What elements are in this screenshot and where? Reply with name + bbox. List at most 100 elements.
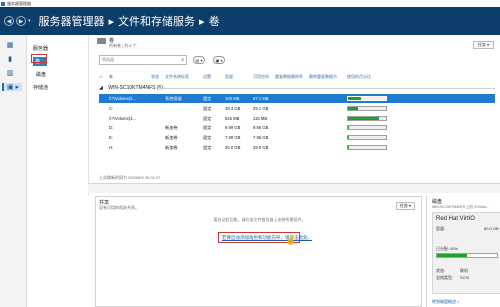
disk-allocated-label: 已分配: 50% bbox=[436, 246, 459, 251]
server-manager-icon bbox=[1, 1, 5, 6]
window-title: 服务器管理器 bbox=[7, 0, 31, 6]
table-cell: 616 MB bbox=[225, 115, 240, 121]
server-group-header[interactable]: ◢ WIN-SC10KTM4NFS (6) bbox=[99, 85, 495, 92]
breadcrumb-separator-icon: ▸ bbox=[108, 16, 115, 28]
disk-title: 磁盘 bbox=[432, 199, 443, 205]
usage-bar bbox=[347, 96, 387, 101]
table-cell: 7.99 GB bbox=[225, 135, 241, 141]
subnav-item-storage-pools[interactable]: 存储池 bbox=[28, 83, 88, 92]
table-cell: 29.9 GB bbox=[253, 145, 269, 150]
table-row[interactable]: \\?\Volume{3... 系统保留 固定 100 MB 67.1 MB bbox=[99, 94, 495, 103]
subnav-item-disks[interactable]: 磁盘 bbox=[28, 70, 88, 79]
column-header-icon: ⚠ bbox=[99, 74, 103, 79]
history-dropdown-icon[interactable]: ▾ bbox=[28, 18, 31, 24]
file-storage-icon[interactable]: ▣ ▸ bbox=[2, 83, 22, 91]
table-row[interactable]: E: 新加卷 固定 7.99 GB 7.96 GB bbox=[99, 133, 495, 142]
column-header[interactable]: 文件系统标签 bbox=[165, 74, 189, 80]
sub-navigation: 服务器 卷 磁盘 存储池 bbox=[28, 35, 88, 307]
table-cell: 9.99 GB bbox=[225, 125, 241, 131]
shares-tasks-button[interactable]: 任务 ▾ bbox=[395, 202, 415, 210]
shares-subtitle: 没有可用的相关共享。 bbox=[99, 205, 139, 210]
back-icon[interactable]: ◀ bbox=[4, 16, 14, 26]
disk-panel: 磁盘 WIN-SC10KTM4NFS 上的 \\?\Volu... Red Ha… bbox=[426, 196, 500, 307]
breadcrumb-separator-icon: ▸ bbox=[199, 16, 205, 28]
usage-bar bbox=[347, 125, 387, 131]
filter-placeholder: 筛选器 bbox=[102, 57, 114, 62]
disk-status: 状态: 联机 bbox=[436, 268, 468, 273]
disk-card[interactable]: Red Hat VirtIO 容量: 80.0 GB 已分配: 50% 状态: 联机… bbox=[432, 212, 500, 294]
table-cell: 系统保留 bbox=[165, 96, 182, 101]
table-cell: \\?\Volume{3... bbox=[109, 96, 137, 101]
table-cell: 39.3 GB bbox=[225, 105, 241, 111]
left-rail: ▦ ▮ ▥ ▣ ▸ bbox=[0, 35, 27, 307]
shares-empty-message: 要启动此功能，请在该文件服务器上安装所需组件。 bbox=[213, 217, 306, 222]
table-cell: 固定 bbox=[203, 125, 212, 131]
usage-fill bbox=[348, 116, 379, 120]
table-cell: 100 MB bbox=[225, 96, 240, 101]
breadcrumb-item[interactable]: 文件和存储服务 bbox=[118, 16, 195, 28]
subnav-item-servers[interactable]: 服务器 bbox=[28, 44, 88, 53]
table-row[interactable]: H: 新加卷 固定 30.0 GB 29.9 GB bbox=[99, 143, 495, 152]
column-header[interactable]: 可用空间 bbox=[253, 74, 269, 80]
column-header[interactable]: 重复数据删除率 bbox=[275, 74, 303, 80]
table-cell: 9.96 GB bbox=[253, 125, 269, 131]
disk-name: Red Hat VirtIO bbox=[436, 216, 475, 222]
search-icon[interactable]: ⌕ bbox=[181, 57, 184, 63]
allocation-fill bbox=[437, 254, 467, 257]
filter-input[interactable]: 筛选器 ⌕ bbox=[99, 55, 187, 65]
disk-subtitle: WIN-SC10KTM4NFS 上的 \\?\Volu... bbox=[432, 205, 489, 209]
column-header[interactable]: 状态 bbox=[151, 74, 159, 80]
breadcrumb-item[interactable]: 卷 bbox=[209, 16, 220, 28]
local-server-icon[interactable]: ▮ bbox=[6, 55, 14, 63]
column-header[interactable]: 删除重复数据节 bbox=[309, 74, 337, 80]
table-cell: C: bbox=[109, 105, 114, 111]
table-cell: 新加卷 bbox=[165, 135, 178, 141]
column-header[interactable]: 使用的百分比 bbox=[347, 74, 371, 80]
column-header[interactable]: 容量 bbox=[225, 74, 233, 80]
table-cell: 固定 bbox=[203, 105, 212, 111]
column-header[interactable]: 卷 bbox=[109, 74, 113, 80]
refresh-status: 上次刷新时间为 2023/8/9 20:01:27 bbox=[99, 175, 161, 180]
table-cell: \\?\Volume{3... bbox=[109, 115, 137, 121]
collapse-icon[interactable]: ◢ bbox=[99, 85, 103, 91]
all-servers-icon[interactable]: ▥ bbox=[6, 69, 14, 77]
usage-bar bbox=[347, 105, 387, 111]
column-header[interactable]: 设置 bbox=[203, 74, 211, 80]
table-cell: 固定 bbox=[203, 96, 212, 101]
usage-bar bbox=[347, 135, 387, 141]
volumes-pane: 卷 所有卷 | 共 6 个 任务 ▾ 筛选器 ⌕ ▤ ▾ ▣ ▾ ⚠ 卷 状态 … bbox=[88, 35, 500, 195]
tasks-button[interactable]: 任务 ▾ bbox=[472, 41, 494, 49]
window-titlebar: 服务器管理器 bbox=[0, 0, 500, 7]
disk-bus-type: 总线类型: SCSI bbox=[436, 275, 470, 280]
table-row[interactable]: D: 新加卷 固定 9.99 GB 9.96 GB bbox=[99, 123, 495, 132]
filter-columns-button[interactable]: ▣ ▾ bbox=[213, 56, 225, 64]
breadcrumb-item[interactable]: 服务器管理器 bbox=[39, 16, 105, 28]
header-bar: ◀ ▶ ▾ 服务器管理器 ▸ 文件和存储服务 ▸ 卷 bbox=[0, 7, 500, 35]
highlight-box bbox=[31, 54, 47, 63]
disk-capacity: 容量: 80.0 GB bbox=[436, 226, 499, 231]
table-cell: 固定 bbox=[203, 135, 212, 141]
table-cell: 29.1 GB bbox=[253, 105, 269, 111]
disk-allocation-bar bbox=[436, 253, 498, 258]
table-cell: 115 MB bbox=[253, 115, 268, 121]
dashboard-icon[interactable]: ▦ bbox=[6, 41, 14, 49]
table-cell: 67.1 MB bbox=[253, 96, 269, 101]
volume-icon bbox=[97, 38, 106, 44]
disk-overview-link[interactable]: 转到磁盘概述 > bbox=[432, 299, 459, 305]
table-cell: E: bbox=[109, 135, 113, 141]
usage-bar bbox=[347, 145, 387, 150]
filter-options-button[interactable]: ▤ ▾ bbox=[193, 56, 205, 64]
table-cell: 固定 bbox=[203, 145, 212, 150]
table-cell: 7.96 GB bbox=[253, 135, 269, 141]
table-cell: H: bbox=[109, 145, 114, 150]
pane-subtitle: 所有卷 | 共 6 个 bbox=[109, 43, 137, 48]
pane-separator bbox=[88, 183, 500, 193]
table-cell: 新加卷 bbox=[165, 145, 178, 150]
shares-panel: 共享 没有可用的相关共享。 任务 ▾ 要启动此功能，请在该文件服务器上安装所需组… bbox=[95, 196, 422, 307]
usage-fill bbox=[348, 97, 361, 100]
table-row[interactable]: \\?\Volume{3... 固定 616 MB 115 MB bbox=[99, 114, 495, 123]
usage-bar bbox=[347, 115, 387, 121]
forward-icon[interactable]: ▶ bbox=[16, 16, 26, 26]
table-row[interactable]: C: 固定 39.3 GB 29.1 GB bbox=[99, 104, 495, 113]
table-cell: D: bbox=[109, 125, 114, 131]
